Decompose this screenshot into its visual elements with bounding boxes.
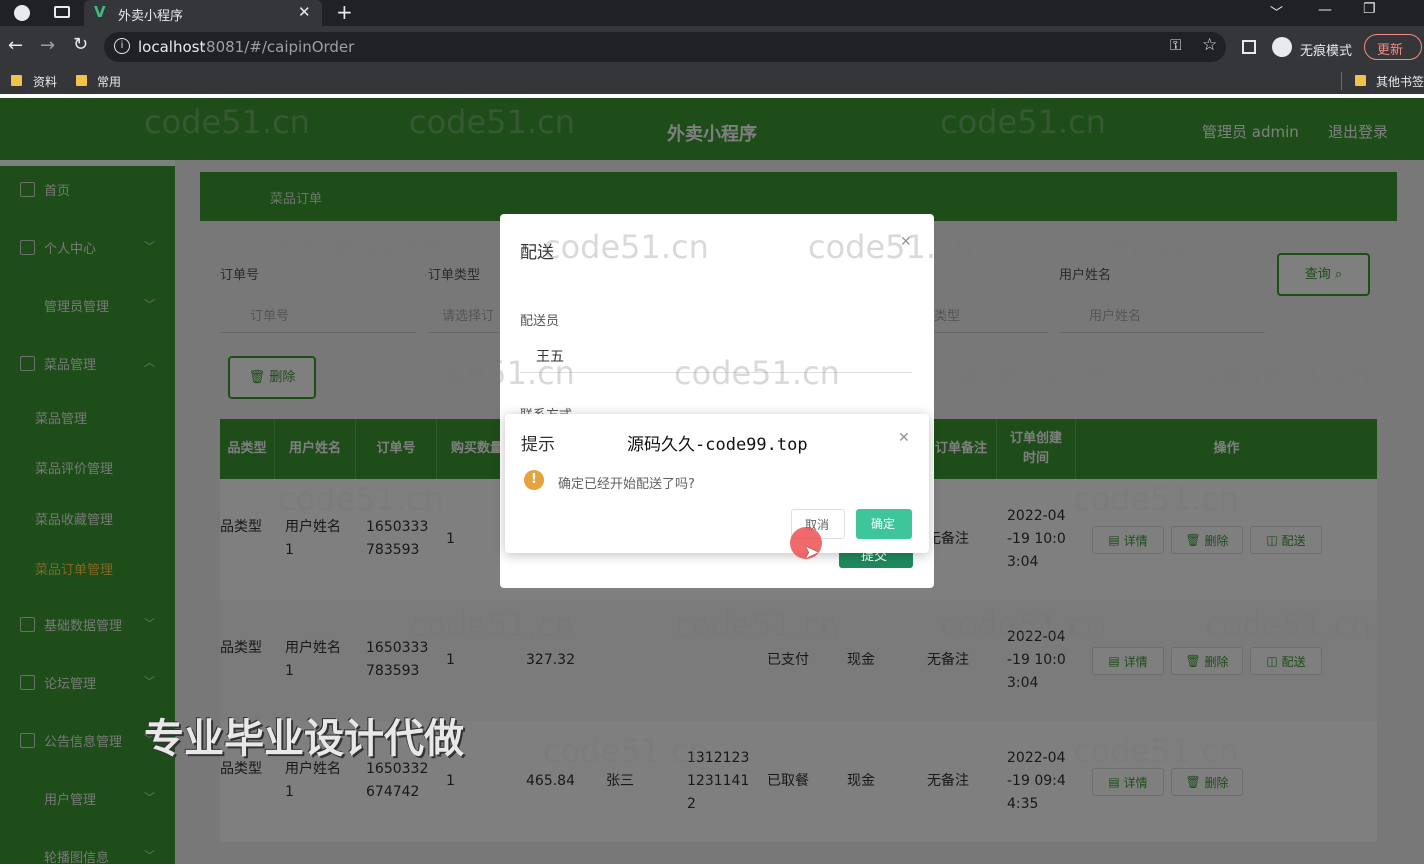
close-icon[interactable]: ✕ <box>898 430 910 446</box>
folder-icon <box>76 75 87 86</box>
url-host: localhost <box>138 38 206 56</box>
bookmark-item[interactable]: 资料 <box>33 73 57 90</box>
bookmark-item[interactable]: 常用 <box>97 73 121 90</box>
site-info-icon[interactable]: i <box>114 38 130 54</box>
bookmark-star-icon[interactable]: ☆ <box>1202 35 1217 55</box>
back-icon[interactable]: ← <box>8 35 23 56</box>
reload-icon[interactable]: ↻ <box>73 34 88 55</box>
close-icon[interactable]: ✕ <box>900 234 912 250</box>
side-panel-icon[interactable] <box>1242 40 1256 54</box>
delivery-dialog-title: 配送 <box>520 243 554 263</box>
vue-logo-icon: V <box>94 3 106 21</box>
confirm-button[interactable]: 确定 <box>856 509 912 539</box>
warning-icon: ! <box>524 470 544 490</box>
new-tab-button[interactable]: + <box>336 0 353 24</box>
overlay-caption: 专业毕业设计代做 <box>144 716 464 762</box>
other-bookmarks[interactable]: 其他书签 <box>1376 73 1424 90</box>
deliverer-value: 王五 <box>536 349 564 365</box>
deliverer-label: 配送员 <box>520 314 560 329</box>
tab-search-icon[interactable] <box>54 6 70 18</box>
confirm-label: 确定 <box>871 517 896 531</box>
tab-title: 外卖小程序 <box>118 9 184 24</box>
update-label: 更新 <box>1377 43 1404 58</box>
incognito-label: 无痕模式 <box>1300 44 1353 59</box>
incognito-icon <box>1272 37 1292 57</box>
key-icon[interactable]: ⚿ <box>1170 36 1181 54</box>
tab-close-icon[interactable]: ✕ <box>298 3 311 21</box>
bookmarks-divider <box>1341 72 1342 90</box>
window-chevron-icon[interactable]: ﹀ <box>1270 2 1283 21</box>
folder-icon <box>11 75 22 86</box>
promo-text: 源码久久-code99.top <box>627 435 808 455</box>
bookmarks-bar <box>0 68 1424 94</box>
message-text: 确定已经开始配送了吗? <box>558 477 695 492</box>
browser-tab-active[interactable]: V 外卖小程序 ✕ <box>84 0 322 26</box>
update-button[interactable]: 更新 <box>1364 34 1422 60</box>
message-box-title: 提示 <box>521 435 555 455</box>
minimize-icon[interactable]: — <box>1318 2 1332 18</box>
deliverer-input[interactable]: 王五 <box>520 338 912 373</box>
confirm-message-box: 提示 源码久久-code99.top ✕ ! 确定已经开始配送了吗? 取消 确定 <box>505 414 929 553</box>
browser-menu-icon[interactable] <box>14 5 30 21</box>
address-bar[interactable]: i localhost :8081/#/caipinOrder ⚿ ☆ <box>104 32 1226 62</box>
restore-icon[interactable]: ❐ <box>1363 1 1376 17</box>
forward-icon[interactable]: → <box>40 35 55 56</box>
folder-icon <box>1355 75 1366 86</box>
mouse-cursor-icon: ➤ <box>804 542 820 563</box>
url-path: :8081/#/caipinOrder <box>201 38 355 56</box>
